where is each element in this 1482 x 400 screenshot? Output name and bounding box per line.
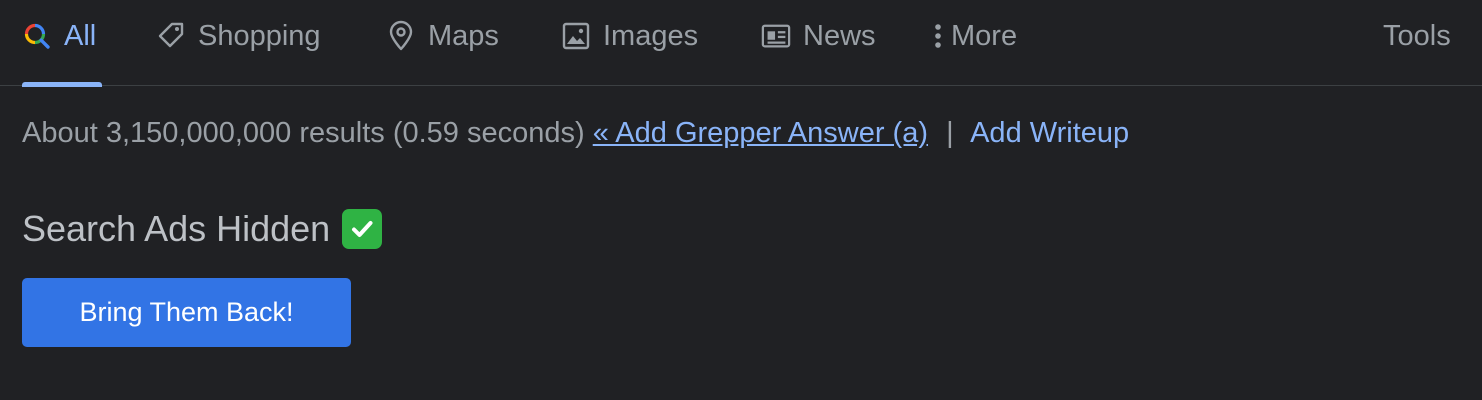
image-icon — [561, 19, 591, 53]
tab-maps[interactable]: Maps — [386, 0, 499, 86]
result-stats: About 3,150,000,000 results (0.59 second… — [22, 114, 1129, 152]
tag-icon — [156, 19, 186, 53]
tab-images-label: Images — [603, 20, 699, 52]
tab-news-label: News — [803, 20, 876, 52]
add-writeup-link[interactable]: Add Writeup — [970, 117, 1129, 149]
ads-hidden-heading: Search Ads Hidden — [22, 206, 383, 252]
stats-separator: | — [946, 117, 954, 149]
add-grepper-answer-link[interactable]: « Add Grepper Answer (a) — [593, 117, 928, 149]
tab-images[interactable]: Images — [561, 0, 698, 86]
tab-all-label: All — [64, 20, 97, 52]
tab-shopping-label: Shopping — [198, 20, 321, 52]
tab-more-label: More — [951, 20, 1018, 52]
tab-news[interactable]: News — [761, 0, 876, 86]
tab-shopping[interactable]: Shopping — [156, 0, 321, 86]
tools-button[interactable]: Tools — [1383, 0, 1451, 86]
tools-label: Tools — [1383, 20, 1451, 52]
search-tab-bar: All Shopping Maps Images News More Tools — [0, 0, 1482, 87]
tab-maps-label: Maps — [428, 20, 499, 52]
vertical-dots-icon — [931, 19, 945, 53]
check-mark-icon — [342, 209, 383, 249]
tab-all[interactable]: All — [22, 0, 102, 87]
google-search-icon — [22, 19, 52, 53]
ads-hidden-title: Search Ads Hidden — [22, 208, 331, 249]
tab-more[interactable]: More — [931, 0, 1017, 86]
search-results-page: All Shopping Maps Images News More Tools… — [0, 0, 1482, 400]
newspaper-icon — [761, 19, 791, 53]
bring-them-back-label: Bring Them Back! — [79, 297, 294, 327]
bring-them-back-button[interactable]: Bring Them Back! — [22, 278, 351, 347]
map-pin-icon — [386, 19, 416, 53]
result-stats-text: About 3,150,000,000 results (0.59 second… — [22, 117, 585, 149]
